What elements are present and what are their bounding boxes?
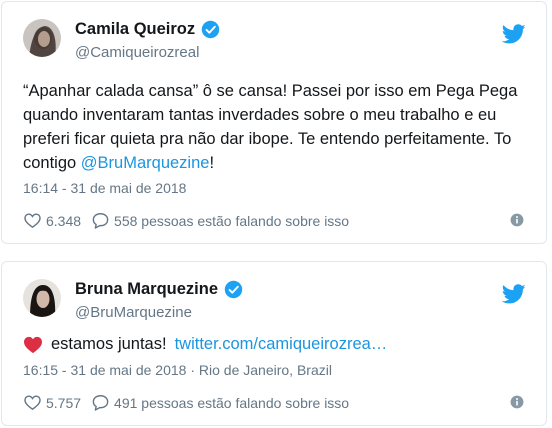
like-count: 6.348	[46, 212, 82, 229]
twitter-bird-icon[interactable]	[502, 282, 526, 306]
reply-button[interactable]: 558 pessoas estão falando sobre isso	[91, 211, 349, 230]
verified-badge-icon	[201, 20, 220, 39]
avatar-camila[interactable]	[23, 19, 61, 57]
mention-link[interactable]: @BruMarquezine	[81, 154, 210, 172]
handle[interactable]: @BruMarquezine	[75, 304, 192, 321]
info-icon[interactable]	[510, 395, 524, 409]
like-button[interactable]: 5.757	[23, 393, 81, 412]
reply-button[interactable]: 491 pessoas estão falando sobre isso	[91, 393, 349, 412]
display-name-text[interactable]: Bruna Marquezine	[75, 280, 218, 299]
reply-bubble-icon	[92, 395, 109, 411]
display-name[interactable]: Bruna Marquezine	[75, 280, 243, 299]
twitter-bird-icon[interactable]	[502, 22, 526, 46]
handle[interactable]: @Camiqueirozreal	[75, 44, 199, 61]
like-heart-icon	[24, 213, 41, 229]
tweet-text-end: !	[209, 154, 215, 172]
avatar-bruna[interactable]	[23, 279, 61, 317]
tweet-text: “Apanhar calada cansa” ô se cansa! Passe…	[23, 79, 528, 175]
display-name[interactable]: Camila Queiroz	[75, 20, 220, 39]
like-count: 5.757	[46, 394, 82, 411]
tweet-card-bruna: Bruna Marquezine @BruMarquezine estamos …	[1, 261, 547, 426]
timestamp[interactable]: 16:14 - 31 de mai de 2018	[23, 180, 186, 196]
tweet-text-body: estamos juntas!	[51, 335, 167, 353]
like-button[interactable]: 6.348	[23, 211, 81, 230]
verified-badge-icon	[224, 280, 243, 299]
reply-bubble-icon	[92, 213, 109, 229]
timestamp-location[interactable]: 16:15 - 31 de mai de 2018 · Rio de Janei…	[23, 362, 332, 378]
tweet-card-camila: Camila Queiroz @Camiqueirozreal “Apanhar…	[1, 1, 547, 244]
talking-count: 491 pessoas estão falando sobre isso	[114, 394, 350, 411]
tweet-actions: 5.757 491 pessoas estão falando sobre is…	[23, 393, 528, 412]
talking-count: 558 pessoas estão falando sobre isso	[114, 212, 350, 229]
like-heart-icon	[24, 395, 41, 411]
tweet-link[interactable]: twitter.com/camiqueirozrea…	[175, 335, 388, 354]
tweet-text: estamos juntas! twitter.com/camiqueirozr…	[23, 335, 387, 354]
display-name-text[interactable]: Camila Queiroz	[75, 20, 195, 39]
tweet-actions: 6.348 558 pessoas estão falando sobre is…	[23, 211, 528, 230]
info-icon[interactable]	[510, 213, 524, 227]
red-heart-emoji-icon	[24, 336, 42, 353]
